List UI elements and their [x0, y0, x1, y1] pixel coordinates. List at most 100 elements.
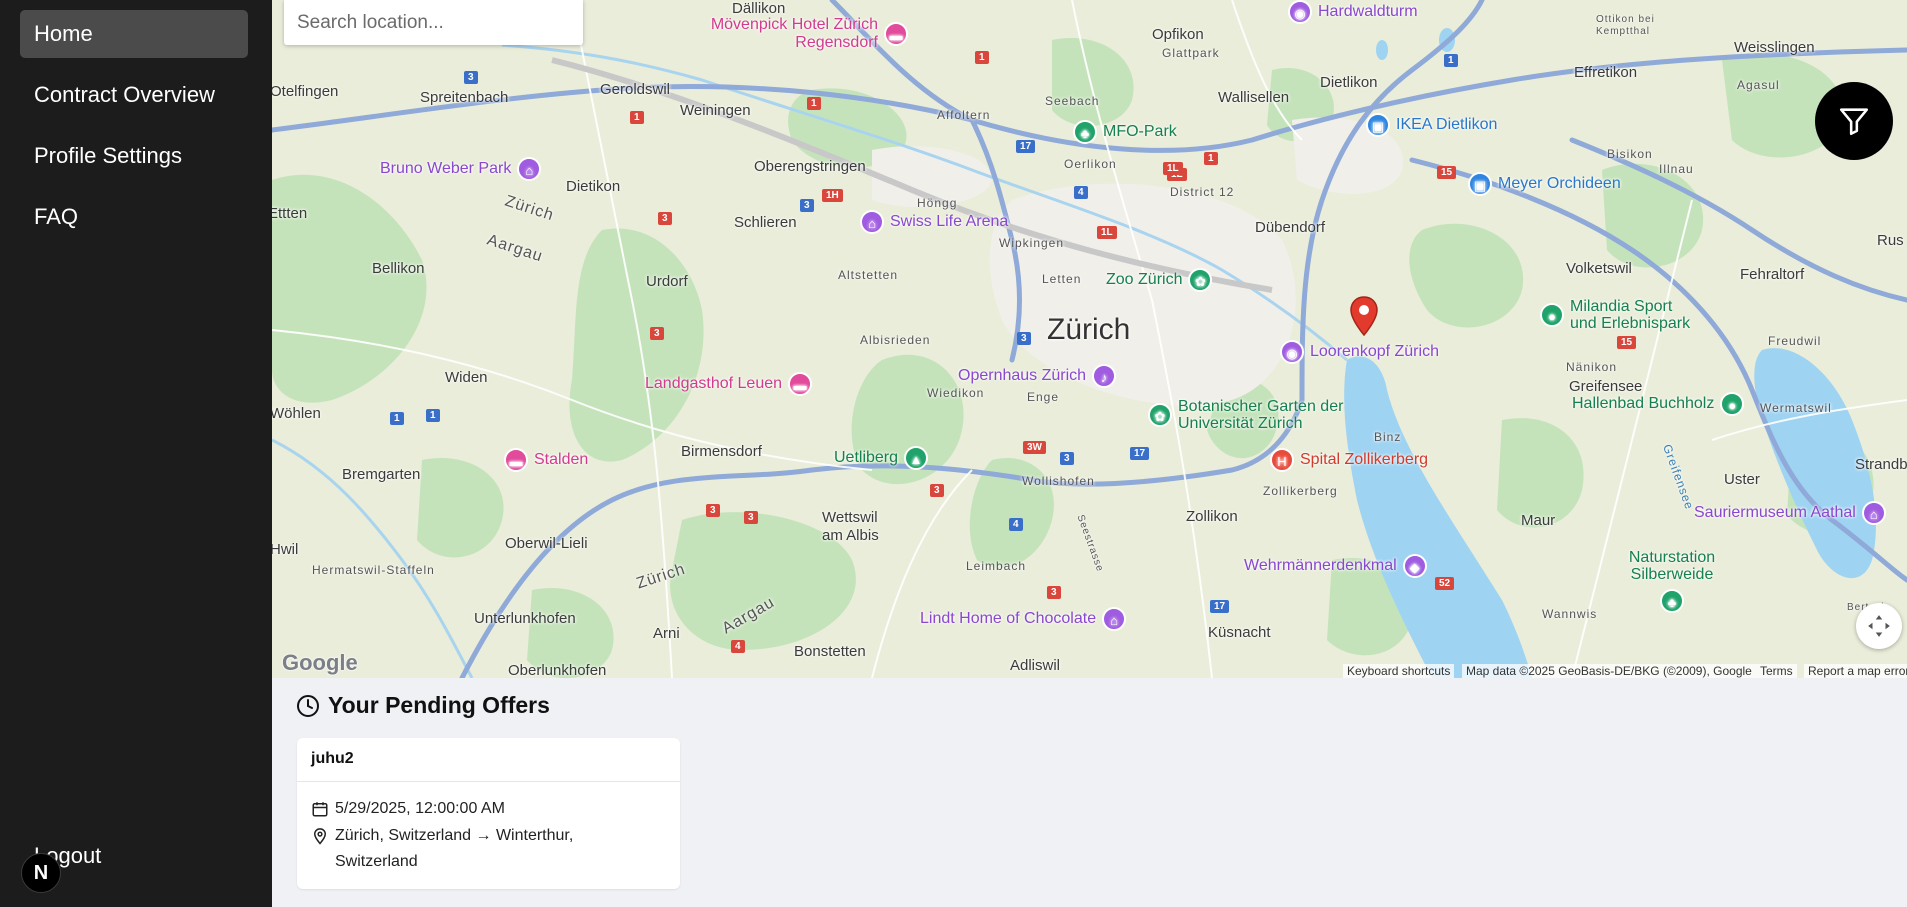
road-shield: 1H	[822, 189, 843, 202]
road-shield: 3	[1017, 332, 1031, 345]
calendar-icon	[312, 802, 328, 817]
stadium-icon: ⌂	[860, 210, 884, 234]
road-shield: 4	[1009, 518, 1023, 531]
map-poi-hotel[interactable]: ▬ Stalden	[504, 448, 588, 472]
keyboard-shortcuts-link[interactable]: Keyboard shortcuts	[1343, 664, 1455, 678]
map-place-label: Arni	[653, 625, 680, 642]
map-place-label: Wallisellen	[1218, 89, 1290, 106]
map-place-label: Oberengstringen	[754, 158, 866, 175]
camera-icon: ◉	[1280, 340, 1304, 364]
map-place-label: Fehraltorf	[1740, 266, 1805, 283]
camera-icon: ◉	[1288, 0, 1312, 24]
offer-title: juhu2	[311, 750, 354, 767]
sidebar-item-home[interactable]: Home	[20, 10, 248, 58]
map-district-label: Leimbach	[966, 559, 1027, 573]
map-place-label: Dällikon	[732, 0, 786, 17]
map-poi-park[interactable]: ▲ Uetliberg	[834, 446, 929, 470]
map-place-label: Effretikon	[1574, 64, 1638, 81]
road-shield: 3	[930, 484, 944, 497]
fullscreen-button[interactable]	[1856, 603, 1902, 649]
mountain-icon: ▲	[904, 446, 929, 470]
map-poi-park[interactable]: ✿ Botanischer Garten der Universität Zür…	[1148, 398, 1368, 432]
filter-button[interactable]	[1815, 82, 1893, 160]
map-poi-hospital[interactable]: H Spital Zollikerberg	[1270, 448, 1428, 472]
map-poi-attraction[interactable]: ♪ Opernhaus Zürich	[958, 364, 1117, 388]
map-district-label: Bisikon	[1607, 147, 1653, 161]
map-district-label: Affoltern	[937, 108, 991, 122]
map-district-label: Wiedikon	[927, 386, 985, 400]
map-poi-attraction[interactable]: ◆ Wehrmännerdenkmal	[1244, 554, 1427, 578]
road-shield: 3	[1047, 586, 1061, 599]
map-place-label: Hwil	[272, 541, 299, 558]
map-place-label: Zollikon	[1186, 508, 1238, 525]
map-place-label: Geroldswil	[600, 81, 671, 98]
map-poi-attraction[interactable]: ⌂ Lindt Home of Chocolate	[920, 607, 1127, 631]
map-poi-hotel[interactable]: ▬ Landgasthof Leuen	[645, 372, 813, 396]
offer-date-row: 5/29/2025, 12:00:00 AM	[311, 796, 505, 822]
map-district-label: Nänikon	[1566, 360, 1618, 374]
location-search-input[interactable]: Search location...	[284, 0, 583, 45]
map-poi-park[interactable]: ● Milandia Sport und Erlebnispark	[1540, 298, 1695, 332]
map-poi-park[interactable]: ● Hallenbad Buchholz	[1572, 392, 1745, 416]
map-place-label: Dietikon	[566, 178, 621, 195]
map-poi-park[interactable]: ♣ MFO-Park	[1073, 120, 1177, 144]
map-place-label: Dietlikon	[1320, 74, 1378, 91]
map-pin-icon	[313, 828, 327, 845]
map-place-label: Oberwil-Lieli	[505, 535, 588, 552]
map-place-label: Urdorf	[646, 273, 688, 290]
clock-icon	[297, 694, 319, 717]
location-marker-icon[interactable]	[1350, 296, 1378, 336]
offer-date: 5/29/2025, 12:00:00 AM	[335, 800, 505, 817]
hotel-icon: ▬	[884, 22, 908, 46]
terms-link[interactable]: Terms	[1756, 664, 1797, 678]
map-poi-park[interactable]: ✿ Zoo Zürich	[1106, 268, 1213, 292]
map-poi-attraction[interactable]: ◉ Hardwaldturm	[1288, 0, 1418, 24]
map-poi-park[interactable]: ♣ Naturstation Silberweide	[1617, 549, 1727, 613]
map-district-label: Illnau	[1659, 162, 1694, 176]
map-poi-attraction[interactable]: ⌂ Sauriermuseum Aathal	[1694, 501, 1886, 525]
map-place-label: Küsnacht	[1208, 624, 1271, 641]
sidebar-item-profile-settings[interactable]: Profile Settings	[20, 132, 248, 180]
map-place-label: Widen	[445, 369, 488, 386]
museum-icon: ⌂	[1102, 607, 1127, 631]
map-poi-attraction[interactable]: ⌂ Swiss Life Arena	[860, 210, 1008, 234]
sidebar-item-faq[interactable]: FAQ	[20, 193, 248, 241]
map-district-label: Glattpark	[1162, 46, 1220, 60]
shopping-bag-icon: ▣	[1468, 172, 1492, 196]
road-shield: 1	[426, 409, 440, 422]
map-place-label: Oberlunkhofen	[508, 662, 607, 678]
google-logo: Google	[282, 650, 358, 675]
report-map-error-link[interactable]: Report a map error	[1804, 664, 1907, 678]
location-dot-icon: ●	[1540, 303, 1564, 327]
map-district-label: Wipkingen	[999, 236, 1065, 250]
map-district-label: Wannwis	[1542, 607, 1598, 621]
museum-icon: ⌂	[1861, 501, 1886, 525]
map-poi-hotel[interactable]: ▬ Mövenpick Hotel Zürich Regensdorf	[678, 16, 908, 52]
map-poi-attraction[interactable]: ⌂ Bruno Weber Park	[380, 157, 542, 181]
road-shield: 3	[706, 504, 720, 517]
sidebar-item-contract-overview[interactable]: Contract Overview	[20, 71, 248, 119]
map-poi-shop[interactable]: ▣ IKEA Dietlikon	[1366, 113, 1497, 137]
road-shield: 1	[1444, 54, 1458, 67]
nextjs-badge-icon[interactable]: N	[21, 853, 61, 893]
road-shield: 17	[1210, 600, 1230, 613]
map-place-label: Spreitenbach	[420, 89, 509, 106]
map-poi-shop[interactable]: ▣ Meyer Orchideen	[1468, 172, 1621, 196]
offer-card[interactable]: juhu2 5/29/2025, 12:00:00 AM Zürich, Swi…	[297, 738, 680, 889]
road-shield: 3	[744, 511, 758, 524]
road-shield: 3W	[1023, 441, 1046, 454]
map-place-label: Dübendorf	[1255, 219, 1326, 236]
map[interactable]: Dällikon Opfikon Otelfingen Spreitenbach…	[272, 0, 1907, 678]
road-shield: 3	[464, 71, 478, 84]
road-shield: 3	[1060, 452, 1074, 465]
road-shield: 1	[807, 97, 821, 110]
map-district-label: District 12	[1170, 185, 1235, 199]
map-place-label: Uster	[1724, 471, 1760, 488]
paw-icon: ✿	[1188, 268, 1213, 292]
road-shield: 17	[1130, 447, 1150, 460]
hotel-icon: ▬	[788, 372, 813, 396]
map-place-label: Ettten	[272, 205, 308, 222]
app-root: Home Contract Overview Profile Settings …	[0, 0, 1907, 907]
map-place-label: Birmensdorf	[681, 443, 762, 460]
map-poi-attraction[interactable]: ◉ Loorenkopf Zürich	[1280, 340, 1439, 364]
